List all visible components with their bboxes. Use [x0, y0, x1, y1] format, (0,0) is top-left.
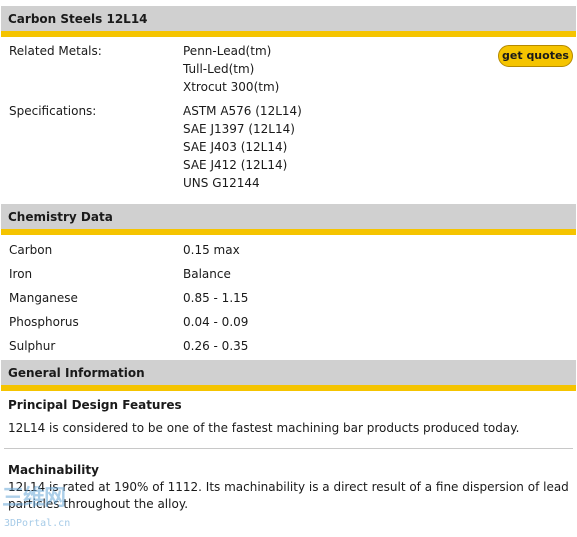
specifications-row: Specifications: ASTM A576 (12L14) SAE J1…: [0, 102, 577, 192]
specifications-list: ASTM A576 (12L14) SAE J1397 (12L14) SAE …: [183, 102, 577, 192]
specification-item: UNS G12144: [183, 176, 260, 190]
related-metals-label: Related Metals:: [9, 44, 102, 58]
page: Carbon Steels 12L14 get quotes Related M…: [0, 6, 577, 529]
chemistry-row: Carbon 0.15 max: [0, 238, 577, 262]
watermark-logo: 三维网: [2, 486, 66, 511]
chemistry-row: Phosphorus 0.04 - 0.09: [0, 310, 577, 334]
page-title: Carbon Steels 12L14: [8, 12, 148, 26]
design-features-text: 12L14 is considered to be one of the fas…: [8, 421, 520, 435]
chemistry-table: Carbon 0.15 max Iron Balance Manganese 0…: [0, 238, 577, 358]
specification-item: SAE J1397 (12L14): [183, 122, 295, 136]
element-name: Phosphorus: [9, 315, 79, 329]
chemistry-row: Manganese 0.85 - 1.15: [0, 286, 577, 310]
specification-item: SAE J403 (12L14): [183, 140, 288, 154]
specifications-label: Specifications:: [9, 104, 97, 118]
section-header-general: General Information: [1, 360, 576, 391]
general-title: General Information: [8, 366, 145, 380]
chemistry-row: Sulphur 0.26 - 0.35: [0, 334, 577, 358]
section-header-chemistry: Chemistry Data: [1, 204, 576, 235]
specification-item: ASTM A576 (12L14): [183, 104, 302, 118]
related-metal-item: Xtrocut 300(tm): [183, 80, 280, 94]
related-metals-row: Related Metals: Penn-Lead(tm) Tull-Led(t…: [0, 42, 577, 96]
get-quotes-button[interactable]: get quotes: [498, 45, 573, 67]
element-name: Sulphur: [9, 339, 56, 353]
element-name: Carbon: [9, 243, 53, 257]
watermark-url: 3DPortal.cn: [4, 518, 71, 529]
divider: [4, 448, 573, 449]
machinability-text-line-2: particles throughout the alloy.: [8, 497, 189, 511]
chemistry-row: Iron Balance: [0, 262, 577, 286]
chemistry-title: Chemistry Data: [8, 210, 113, 224]
element-value: Balance: [183, 267, 231, 281]
machinability-heading: Machinability: [8, 463, 99, 477]
specification-item: SAE J412 (12L14): [183, 158, 288, 172]
element-name: Iron: [9, 267, 33, 281]
section-header-carbon-steels: Carbon Steels 12L14: [1, 6, 576, 37]
element-value: 0.15 max: [183, 243, 240, 257]
machinability-text-line-1: 12L14 is rated at 190% of 1112. Its mach…: [8, 480, 569, 494]
design-features-heading: Principal Design Features: [8, 398, 182, 412]
element-value: 0.04 - 0.09: [183, 315, 249, 329]
element-value: 0.26 - 0.35: [183, 339, 249, 353]
element-name: Manganese: [9, 291, 78, 305]
element-value: 0.85 - 1.15: [183, 291, 249, 305]
